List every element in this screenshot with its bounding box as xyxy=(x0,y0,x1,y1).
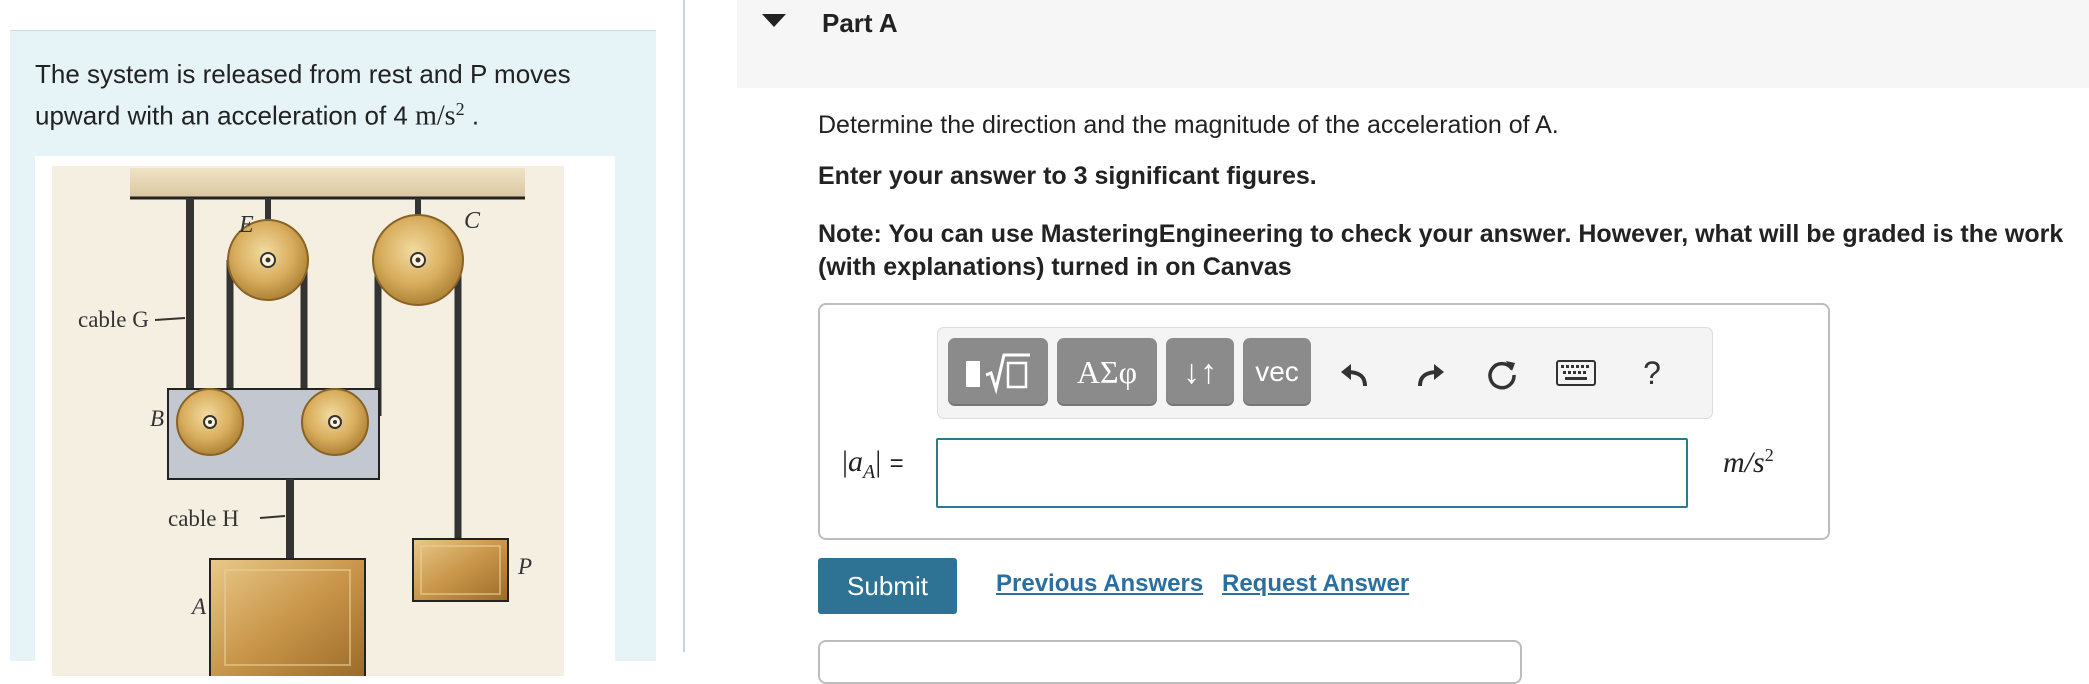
answer-area: ΑΣφ ↓↑ vec ? |aA| = m/s2 xyxy=(818,303,1830,540)
subscript-superscript-button[interactable]: ↓↑ xyxy=(1166,338,1234,406)
problem-statement: The system is released from rest and P m… xyxy=(35,57,635,134)
collapse-caret-icon[interactable] xyxy=(762,14,786,27)
math-toolbar: ΑΣφ ↓↑ vec ? xyxy=(937,327,1713,419)
pulley-figure: E C cable G B cable H P A xyxy=(35,156,615,680)
ceiling xyxy=(130,168,525,198)
label-a: A xyxy=(190,594,207,619)
answer-subscript: A xyxy=(863,461,876,483)
part-title: Part A xyxy=(822,8,898,38)
undo-icon[interactable] xyxy=(1329,348,1379,398)
question-text: Determine the direction and the magnitud… xyxy=(818,111,1559,139)
greek-symbols-button[interactable]: ΑΣφ xyxy=(1057,338,1157,406)
problem-math-unit: m/s xyxy=(415,100,456,132)
answer-unit-exponent: 2 xyxy=(1764,445,1774,465)
block-p xyxy=(412,538,509,602)
pulley-diagram: E C cable G B cable H P A xyxy=(52,166,564,680)
previous-answers-link[interactable]: Previous Answers xyxy=(996,570,1203,598)
label-e: E xyxy=(238,212,254,238)
part-header[interactable]: Part A xyxy=(737,0,2089,88)
problem-text-before: The system is released from rest and P m… xyxy=(35,59,571,131)
help-icon[interactable]: ? xyxy=(1627,348,1677,398)
answer-label: |aA| = xyxy=(842,445,904,483)
label-p: P xyxy=(517,554,532,579)
answer-equals: = xyxy=(889,450,904,477)
panel-divider xyxy=(683,0,685,652)
answer-input[interactable] xyxy=(936,438,1688,508)
vector-button[interactable]: vec xyxy=(1243,338,1311,406)
keyboard-icon[interactable] xyxy=(1551,348,1601,398)
grading-note: Note: You can use MasteringEngineering t… xyxy=(818,220,2064,281)
answer-variable: a xyxy=(848,445,864,478)
sig-figs-instruction: Enter your answer to 3 significant figur… xyxy=(818,162,1317,190)
label-b: B xyxy=(150,406,164,431)
label-c: C xyxy=(464,208,481,234)
problem-math-exponent: 2 xyxy=(455,99,465,119)
submit-button[interactable]: Submit xyxy=(818,558,957,614)
label-cable-h: cable H xyxy=(168,506,239,531)
problem-text-after: . xyxy=(464,100,480,131)
request-answer-link[interactable]: Request Answer xyxy=(1222,570,1409,598)
block-a xyxy=(209,558,366,680)
label-cable-g: cable G xyxy=(78,307,149,332)
answer-unit: m/s2 xyxy=(1723,445,1774,480)
answer-unit-base: m/s xyxy=(1723,446,1765,479)
reset-icon[interactable] xyxy=(1477,348,1527,398)
feedback-box xyxy=(818,640,1522,684)
templates-button[interactable] xyxy=(948,338,1048,406)
problem-panel: The system is released from rest and P m… xyxy=(10,30,656,680)
templates-icon xyxy=(966,353,1030,395)
redo-icon[interactable] xyxy=(1406,348,1456,398)
